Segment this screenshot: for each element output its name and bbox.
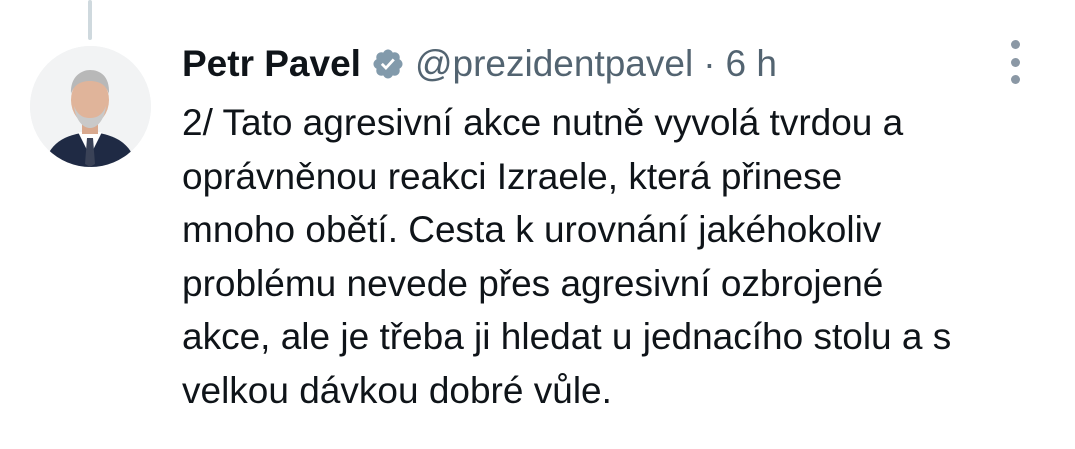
more-dot <box>1010 57 1020 67</box>
thread-connector-line <box>88 0 92 40</box>
tweet-text-line: 2/ Tato agresivní akce nutně vyvolá tvrd… <box>182 102 904 143</box>
more-vertical-icon[interactable] <box>1002 40 1028 84</box>
tweet-text-line: akce, ale je třeba ji hledat u jednacího… <box>182 316 952 357</box>
tweet-text-line: problému nevede přes agresivní ozbrojené <box>182 262 884 304</box>
tweet-header: Petr Pavel @prezidentpavel · 6 h <box>182 40 777 88</box>
author-handle[interactable]: @prezidentpavel <box>415 43 693 85</box>
display-name[interactable]: Petr Pavel <box>182 43 361 85</box>
tweet-card[interactable]: Petr Pavel @prezidentpavel · 6 h 2/ Tato… <box>0 0 1075 449</box>
tweet-text-line: oprávněnou reakci Izraele, která přinese <box>182 155 843 197</box>
more-dot <box>1010 40 1020 49</box>
avatar[interactable] <box>30 46 151 167</box>
tweet-text: 2/ Tato agresivní akce nutně vyvolá tvrd… <box>182 96 1052 417</box>
verified-badge-icon <box>371 47 405 81</box>
avatar-portrait-icon <box>30 46 151 167</box>
header-separator: · <box>703 43 716 84</box>
more-dot <box>1010 75 1020 84</box>
timestamp[interactable]: 6 h <box>726 43 777 85</box>
tweet-text-line: velkou dávkou dobré vůle. <box>182 369 612 411</box>
tweet-text-line: mnoho obětí. Cesta k urovnání jakéhokoli… <box>182 209 882 250</box>
